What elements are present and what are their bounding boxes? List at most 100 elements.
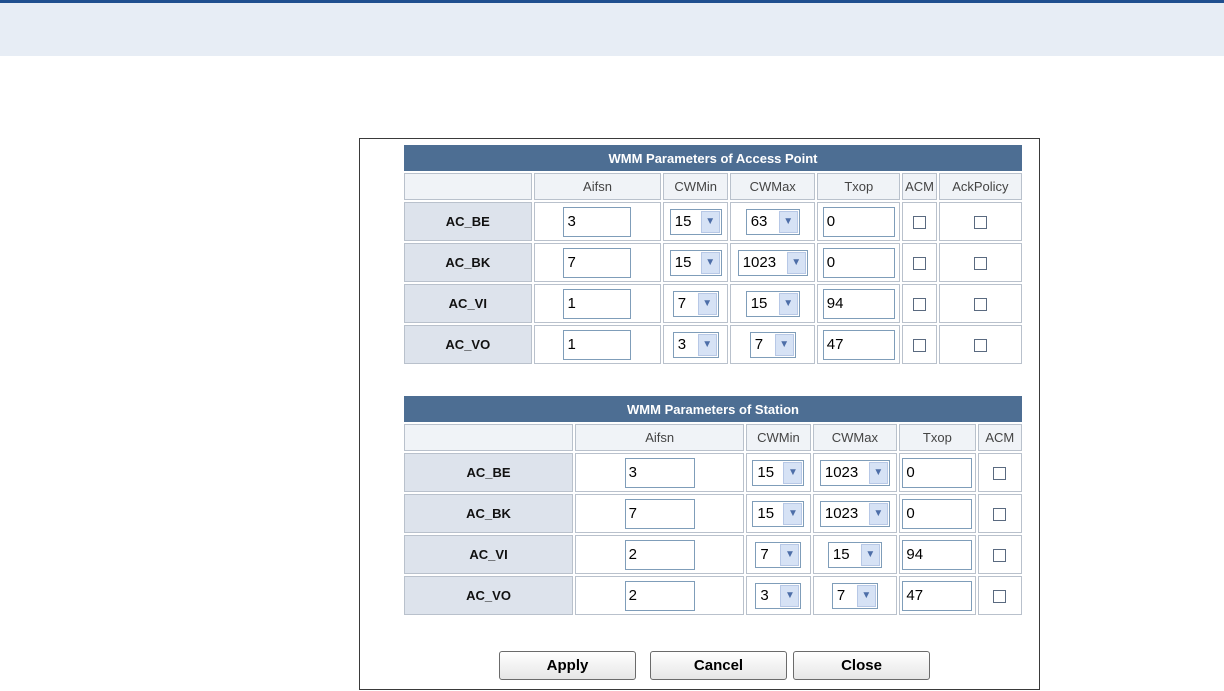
cwmin-select[interactable]: 15 ▼ bbox=[752, 500, 805, 527]
cwmin-select[interactable]: 7 ▼ bbox=[755, 541, 802, 568]
cwmin-select[interactable]: 3 ▼ bbox=[672, 331, 719, 358]
cwmin-select[interactable]: 15 ▼ bbox=[669, 208, 722, 235]
acm-checkbox[interactable] bbox=[993, 590, 1007, 604]
select-value: 3 bbox=[760, 587, 769, 604]
txop-cell: 94 bbox=[899, 535, 976, 574]
aifsn-input[interactable]: 2 bbox=[624, 539, 695, 570]
chevron-down-icon: ▼ bbox=[780, 584, 800, 607]
txop-cell: 94 bbox=[817, 284, 901, 323]
acm-cell bbox=[977, 576, 1022, 615]
aifsn-input[interactable]: 1 bbox=[563, 288, 632, 319]
cwmax-select[interactable]: 1023 ▼ bbox=[819, 500, 890, 527]
cwmax-select[interactable]: 1023 ▼ bbox=[819, 459, 890, 486]
chevron-down-icon: ▼ bbox=[700, 210, 720, 233]
aifsn-cell: 2 bbox=[575, 576, 745, 615]
select-value: 63 bbox=[750, 213, 768, 230]
cwmax-select[interactable]: 63 ▼ bbox=[745, 208, 800, 235]
select-value: 7 bbox=[754, 336, 764, 353]
select-value: 1023 bbox=[824, 505, 859, 522]
select-value: 15 bbox=[832, 546, 850, 563]
station-header-cwmin: CWMin bbox=[746, 424, 811, 451]
txop-cell: 47 bbox=[817, 325, 901, 364]
acm-checkbox[interactable] bbox=[913, 257, 927, 271]
cwmin-select[interactable]: 15 ▼ bbox=[669, 249, 722, 276]
station-header-aifsn: Aifsn bbox=[575, 424, 745, 451]
aifsn-cell: 1 bbox=[533, 325, 662, 364]
acm-cell bbox=[902, 325, 937, 364]
cwmin-select[interactable]: 7 ▼ bbox=[672, 290, 719, 317]
cwmin-select[interactable]: 15 ▼ bbox=[752, 459, 805, 486]
ackpolicy-checkbox[interactable] bbox=[973, 298, 987, 312]
apply-button[interactable]: Apply bbox=[499, 651, 636, 680]
cancel-button[interactable]: Cancel bbox=[650, 651, 787, 680]
aifsn-cell: 1 bbox=[533, 284, 662, 323]
ackpolicy-cell bbox=[938, 325, 1022, 364]
cwmax-select[interactable]: 7 ▼ bbox=[831, 582, 878, 609]
select-value: 3 bbox=[677, 336, 687, 353]
ackpolicy-checkbox[interactable] bbox=[973, 339, 987, 353]
aifsn-input[interactable]: 3 bbox=[624, 457, 695, 488]
chevron-down-icon: ▼ bbox=[774, 333, 794, 356]
txop-input[interactable]: 0 bbox=[902, 498, 973, 529]
table-row: AC_VI 2 7 ▼ 15 ▼ 94 bbox=[404, 535, 1022, 574]
station-wmm-table: WMM Parameters of Station Aifsn CWMin CW… bbox=[402, 394, 1024, 617]
txop-input[interactable]: 47 bbox=[822, 329, 895, 360]
aifsn-input[interactable]: 7 bbox=[624, 498, 695, 529]
ackpolicy-cell bbox=[938, 243, 1022, 282]
txop-cell: 0 bbox=[899, 453, 976, 492]
aifsn-cell: 7 bbox=[575, 494, 745, 533]
txop-input[interactable]: 47 bbox=[902, 580, 973, 611]
acm-checkbox[interactable] bbox=[913, 339, 927, 353]
cwmax-select[interactable]: 7 ▼ bbox=[749, 331, 796, 358]
ackpolicy-checkbox[interactable] bbox=[973, 257, 987, 271]
ap-header-ackpolicy: AckPolicy bbox=[938, 173, 1022, 200]
ap-table-title: WMM Parameters of Access Point bbox=[404, 145, 1022, 171]
station-header-txop: Txop bbox=[899, 424, 976, 451]
row-label: AC_BK bbox=[404, 494, 574, 533]
ap-wmm-table: WMM Parameters of Access Point Aifsn CWM… bbox=[402, 143, 1024, 366]
acm-cell bbox=[902, 202, 937, 241]
acm-checkbox[interactable] bbox=[993, 549, 1007, 563]
ap-header-acm: ACM bbox=[902, 173, 937, 200]
row-label: AC_VO bbox=[404, 576, 574, 615]
cwmin-cell: 3 ▼ bbox=[663, 325, 729, 364]
acm-checkbox[interactable] bbox=[913, 216, 927, 230]
acm-cell bbox=[902, 243, 937, 282]
txop-input[interactable]: 0 bbox=[822, 206, 895, 237]
row-label: AC_VI bbox=[404, 284, 532, 323]
cwmin-select[interactable]: 3 ▼ bbox=[755, 582, 802, 609]
chevron-down-icon: ▼ bbox=[868, 461, 888, 484]
close-button[interactable]: Close bbox=[793, 651, 930, 680]
ackpolicy-checkbox[interactable] bbox=[973, 216, 987, 230]
acm-checkbox[interactable] bbox=[993, 508, 1007, 522]
cwmin-cell: 15 ▼ bbox=[663, 202, 729, 241]
acm-checkbox[interactable] bbox=[913, 298, 927, 312]
chevron-down-icon: ▼ bbox=[780, 543, 800, 566]
cwmax-select[interactable]: 15 ▼ bbox=[827, 541, 882, 568]
aifsn-input[interactable]: 2 bbox=[624, 580, 695, 611]
txop-input[interactable]: 0 bbox=[822, 247, 895, 278]
acm-checkbox[interactable] bbox=[993, 467, 1007, 481]
station-header-cwmax: CWMax bbox=[812, 424, 898, 451]
select-value: 15 bbox=[757, 464, 775, 481]
row-label: AC_BE bbox=[404, 453, 574, 492]
txop-cell: 0 bbox=[817, 202, 901, 241]
cwmax-select[interactable]: 1023 ▼ bbox=[737, 249, 808, 276]
aifsn-input[interactable]: 3 bbox=[563, 206, 632, 237]
select-value: 15 bbox=[750, 295, 768, 312]
cwmax-cell: 15 ▼ bbox=[730, 284, 816, 323]
row-label: AC_BK bbox=[404, 243, 532, 282]
txop-cell: 0 bbox=[899, 494, 976, 533]
ap-header-txop: Txop bbox=[817, 173, 901, 200]
cwmax-cell: 1023 ▼ bbox=[812, 494, 898, 533]
txop-input[interactable]: 94 bbox=[902, 539, 973, 570]
txop-input[interactable]: 0 bbox=[902, 457, 973, 488]
aifsn-input[interactable]: 7 bbox=[563, 247, 632, 278]
cwmax-select[interactable]: 15 ▼ bbox=[745, 290, 800, 317]
chevron-down-icon: ▼ bbox=[778, 292, 798, 315]
table-row: AC_BE 3 15 ▼ 1023 ▼ 0 bbox=[404, 453, 1022, 492]
txop-input[interactable]: 94 bbox=[822, 288, 895, 319]
select-value: 15 bbox=[674, 213, 692, 230]
select-value: 15 bbox=[674, 254, 692, 271]
aifsn-input[interactable]: 1 bbox=[563, 329, 632, 360]
